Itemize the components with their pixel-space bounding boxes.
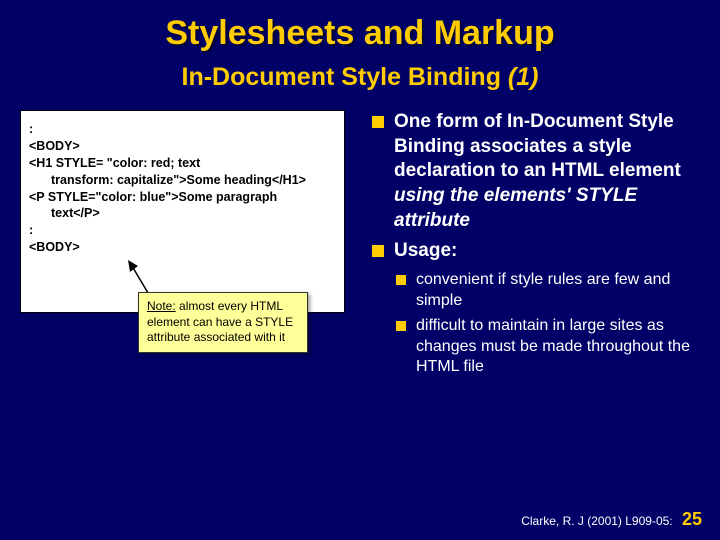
sub-bullet-item: convenient if style rules are few and si… <box>396 270 700 312</box>
bullet-square-icon <box>396 275 406 285</box>
bullet-square-icon <box>396 321 406 331</box>
bullet-item: Usage: <box>372 239 700 264</box>
subtitle-number: (1) <box>508 63 539 91</box>
right-column: One form of In-Document Style Binding as… <box>372 110 700 382</box>
sub-bullet-item: difficult to maintain in large sites as … <box>396 316 700 378</box>
code-line: <H1 STYLE= "color: red; text <box>29 155 336 172</box>
code-line: : <box>29 222 336 239</box>
code-line: <BODY> <box>29 138 336 155</box>
bullet-text: One form of In-Document Style Binding as… <box>394 110 700 233</box>
sub-bullet-text: convenient if style rules are few and si… <box>416 270 700 312</box>
code-line: text</P> <box>29 205 336 222</box>
sub-bullet-text: difficult to maintain in large sites as … <box>416 316 700 378</box>
bullet-text: Usage: <box>394 239 457 264</box>
bullet-square-icon <box>372 245 384 257</box>
code-box: : <BODY> <H1 STYLE= "color: red; text tr… <box>20 110 345 313</box>
slide-title: Stylesheets and Markup <box>0 0 720 53</box>
code-line: : <box>29 121 336 138</box>
page-number: 25 <box>682 509 702 529</box>
left-column: : <BODY> <H1 STYLE= "color: red; text tr… <box>20 110 360 382</box>
subtitle-main: In-Document Style Binding <box>182 63 508 91</box>
bullet-item: One form of In-Document Style Binding as… <box>372 110 700 233</box>
footer-citation: Clarke, R. J (2001) L909-05: <box>521 514 672 528</box>
note-callout: Note: almost every HTML element can have… <box>138 292 308 353</box>
footer: Clarke, R. J (2001) L909-05: 25 <box>521 509 702 530</box>
content-area: : <BODY> <H1 STYLE= "color: red; text tr… <box>0 92 720 382</box>
code-line: <BODY> <box>29 239 336 256</box>
bullet-text-part: One form of In-Document Style Binding as… <box>394 111 681 181</box>
note-label: Note: <box>147 299 176 313</box>
bullet-square-icon <box>372 116 384 128</box>
code-line: <P STYLE="color: blue">Some paragraph <box>29 189 336 206</box>
bullet-text-emphasis: using the elements' STYLE attribute <box>394 185 637 231</box>
slide-subtitle: In-Document Style Binding (1) <box>0 53 720 92</box>
code-line: transform: capitalize">Some heading</H1> <box>29 172 336 189</box>
